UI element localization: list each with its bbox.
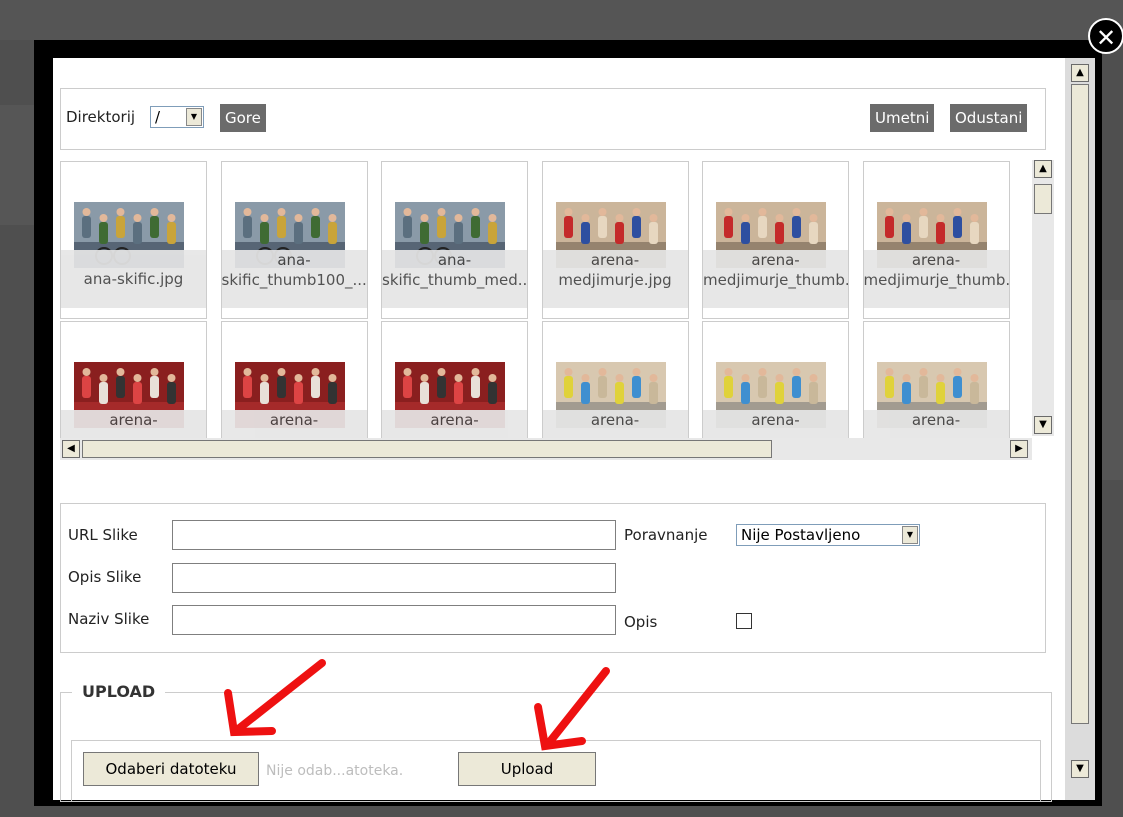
chevron-down-icon: ▼ xyxy=(902,526,918,544)
file-name: ana-skific_thumb_med... xyxy=(382,250,527,308)
file-thumbnail[interactable]: arena-medjimurje_thumb... xyxy=(862,161,1010,319)
close-icon[interactable]: ✕ xyxy=(1088,18,1123,54)
file-thumbnail[interactable]: arena- xyxy=(381,321,528,457)
file-thumbnail[interactable]: arena- xyxy=(220,321,368,457)
description-label: Opis Slike xyxy=(68,568,142,586)
url-input[interactable] xyxy=(172,520,616,550)
file-name: arena-medjimurje_thumb... xyxy=(703,250,848,308)
scrollbar-thumb[interactable] xyxy=(1071,84,1089,724)
file-name: arena-medjimurje.jpg xyxy=(542,250,688,308)
file-thumbnail[interactable]: arena-medjimurje_thumb... xyxy=(702,161,849,319)
file-name: ana-skific_thumb100_... xyxy=(221,250,367,308)
description-input[interactable] xyxy=(172,563,616,593)
grid-vertical-scrollbar[interactable]: ▲ ▼ xyxy=(1032,160,1054,436)
grid-scroll-left-icon[interactable]: ◀ xyxy=(62,440,80,458)
file-thumbnail[interactable]: ana-skific_thumb_med... xyxy=(381,161,528,319)
scroll-up-icon[interactable]: ▲ xyxy=(1071,64,1089,82)
grid-hscroll-thumb[interactable] xyxy=(82,440,772,458)
name-label: Naziv Slike xyxy=(68,610,150,628)
file-grid: ana-skific.jpg ana-skific_thumb100_... ana… xyxy=(57,157,1032,457)
choose-file-button[interactable]: Odaberi datoteku xyxy=(83,752,259,786)
scroll-down-icon[interactable]: ▼ xyxy=(1071,760,1089,778)
align-select[interactable]: Nije Postavljeno ▼ xyxy=(736,524,920,546)
cancel-button[interactable]: Odustani xyxy=(950,104,1028,132)
grid-scroll-up-icon[interactable]: ▲ xyxy=(1034,160,1052,178)
grid-scroll-right-icon[interactable]: ▶ xyxy=(1010,440,1028,458)
upload-legend: UPLOAD xyxy=(72,682,166,701)
file-thumbnail[interactable]: arena- xyxy=(702,321,849,457)
file-thumbnail[interactable]: ana-skific_thumb100_... xyxy=(220,161,368,319)
directory-label: Direktorij xyxy=(66,108,136,126)
file-thumbnail[interactable]: arena-medjimurje.jpg xyxy=(541,161,689,319)
file-thumbnail[interactable]: arena- xyxy=(862,321,1010,457)
chevron-down-icon: ▼ xyxy=(186,108,202,126)
up-button[interactable]: Gore xyxy=(220,104,266,132)
file-name: arena-medjimurje_thumb... xyxy=(863,250,1009,308)
align-label: Poravnanje xyxy=(624,526,708,544)
directory-value: / xyxy=(155,108,161,126)
caption-label: Opis xyxy=(624,613,658,631)
grid-horizontal-scrollbar[interactable]: ◀ ▶ xyxy=(60,438,1032,460)
no-file-chosen-text: Nije odab...atoteka. xyxy=(266,763,404,779)
upload-button[interactable]: Upload xyxy=(458,752,596,786)
insert-button[interactable]: Umetni xyxy=(870,104,935,132)
align-value: Nije Postavljeno xyxy=(741,526,861,544)
grid-scroll-thumb[interactable] xyxy=(1034,184,1052,214)
file-thumbnail[interactable]: arena- xyxy=(60,321,207,457)
directory-select[interactable]: / ▼ xyxy=(150,106,204,128)
file-thumbnail[interactable]: ana-skific.jpg xyxy=(60,161,207,319)
name-input[interactable] xyxy=(172,605,616,635)
grid-scroll-down-icon[interactable]: ▼ xyxy=(1034,416,1052,434)
file-name: ana-skific.jpg xyxy=(61,250,206,308)
caption-checkbox[interactable] xyxy=(736,613,752,629)
background-header-band xyxy=(0,0,1123,40)
dialog-scrollbar[interactable]: ▲ ▼ xyxy=(1065,58,1095,800)
file-thumbnail[interactable]: arena- xyxy=(541,321,689,457)
url-label: URL Slike xyxy=(68,526,138,544)
